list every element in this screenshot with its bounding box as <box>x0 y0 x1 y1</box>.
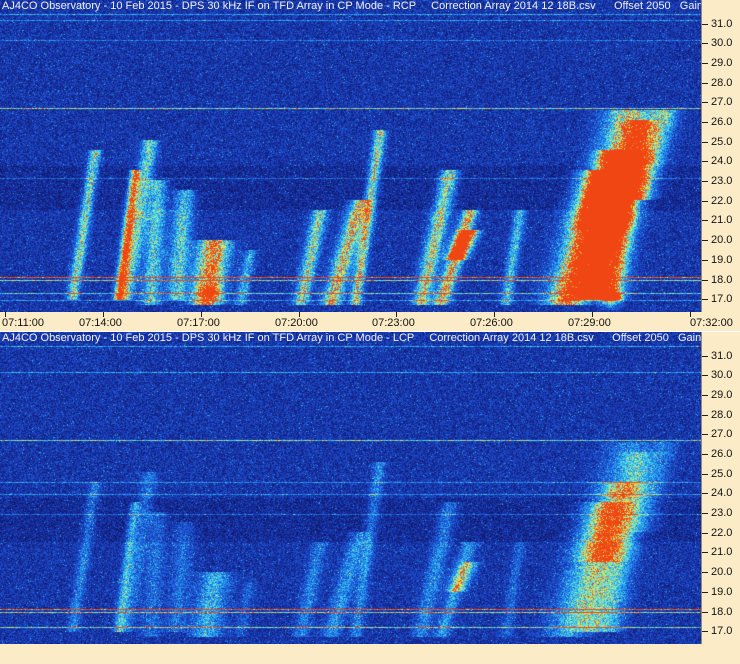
frequency-tick <box>702 375 708 376</box>
frequency-tick <box>702 631 708 632</box>
frequency-label: 21.0 <box>711 214 733 226</box>
frequency-label: 24.0 <box>711 155 733 167</box>
lcp-panel: AJ4CO Observatory - 10 Feb 2015 - DPS 30… <box>0 332 740 664</box>
lcp-frequency-axis: 31.0 30.0 29.0 28.0 27.0 26.0 25.0 24.0 23.0 22.0… <box>701 332 740 644</box>
frequency-tick <box>702 43 708 44</box>
lcp-spectrogram[interactable] <box>0 332 701 644</box>
rcp-panel: AJ4CO Observatory - 10 Feb 2015 - DPS 30… <box>0 0 740 332</box>
rcp-spectrogram-canvas <box>0 0 701 312</box>
frequency-label: 26.0 <box>711 116 733 128</box>
frequency-label: 23.0 <box>711 507 733 519</box>
rcp-spectrogram[interactable] <box>0 0 701 312</box>
frequency-tick <box>702 299 708 300</box>
frequency-tick <box>702 513 708 514</box>
frequency-label: 22.0 <box>711 195 733 207</box>
lcp-spectrogram-canvas <box>0 332 701 644</box>
frequency-label: 29.0 <box>711 57 733 69</box>
frequency-tick <box>702 552 708 553</box>
frequency-tick <box>702 24 708 25</box>
time-label: 07:14:00 <box>79 317 122 329</box>
frequency-tick <box>702 356 708 357</box>
frequency-tick <box>702 415 708 416</box>
frequency-label: 26.0 <box>711 448 733 460</box>
frequency-label: 30.0 <box>711 37 733 49</box>
frequency-label: 31.0 <box>711 350 733 362</box>
frequency-label: 17.0 <box>711 625 733 637</box>
frequency-tick <box>702 240 708 241</box>
frequency-tick <box>702 612 708 613</box>
frequency-label: 22.0 <box>711 527 733 539</box>
frequency-label: 18.0 <box>711 606 733 618</box>
frequency-tick <box>702 201 708 202</box>
frequency-label: 17.0 <box>711 293 733 305</box>
frequency-label: 30.0 <box>711 369 733 381</box>
frequency-tick <box>702 260 708 261</box>
frequency-tick <box>702 122 708 123</box>
frequency-label: 29.0 <box>711 389 733 401</box>
frequency-tick <box>702 572 708 573</box>
time-label: 07:32:00 <box>690 317 733 329</box>
frequency-label: 19.0 <box>711 254 733 266</box>
lcp-title: AJ4CO Observatory - 10 Feb 2015 - DPS 30… <box>2 332 720 344</box>
frequency-tick <box>702 533 708 534</box>
frequency-tick <box>702 395 708 396</box>
time-label: 07:20:00 <box>275 317 318 329</box>
frequency-label: 20.0 <box>711 566 733 578</box>
frequency-label: 23.0 <box>711 175 733 187</box>
time-label: 07:17:00 <box>177 317 220 329</box>
frequency-label: 27.0 <box>711 96 733 108</box>
frequency-tick <box>702 63 708 64</box>
frequency-tick <box>702 142 708 143</box>
frequency-label: 25.0 <box>711 136 733 148</box>
frequency-tick <box>702 493 708 494</box>
frequency-label: 18.0 <box>711 274 733 286</box>
time-label: 07:29:00 <box>568 317 611 329</box>
frequency-tick <box>702 83 708 84</box>
frequency-tick <box>702 102 708 103</box>
frequency-label: 24.0 <box>711 487 733 499</box>
frequency-tick <box>702 474 708 475</box>
frequency-tick <box>702 454 708 455</box>
frequency-label: 28.0 <box>711 77 733 89</box>
frequency-tick <box>702 280 708 281</box>
time-label: 07:26:00 <box>470 317 513 329</box>
frequency-tick <box>702 181 708 182</box>
time-label: 07:11:00 <box>2 317 45 329</box>
frequency-label: 31.0 <box>711 18 733 30</box>
time-label: 07:23:00 <box>372 317 415 329</box>
frequency-label: 20.0 <box>711 234 733 246</box>
rcp-time-axis: 07:11:00 07:14:00 07:17:00 07:20:00 07:23:00… <box>0 312 740 332</box>
frequency-tick <box>702 434 708 435</box>
frequency-tick <box>702 161 708 162</box>
rcp-title: AJ4CO Observatory - 10 Feb 2015 - DPS 30… <box>2 0 722 12</box>
rcp-frequency-axis: 31.0 30.0 29.0 28.0 27.0 26.0 25.0 24.0 23.0 22.0… <box>701 0 740 312</box>
lcp-time-axis <box>0 644 740 664</box>
frequency-label: 28.0 <box>711 409 733 421</box>
frequency-label: 21.0 <box>711 546 733 558</box>
frequency-label: 25.0 <box>711 468 733 480</box>
frequency-label: 19.0 <box>711 586 733 598</box>
frequency-tick <box>702 592 708 593</box>
frequency-label: 27.0 <box>711 428 733 440</box>
frequency-tick <box>702 220 708 221</box>
